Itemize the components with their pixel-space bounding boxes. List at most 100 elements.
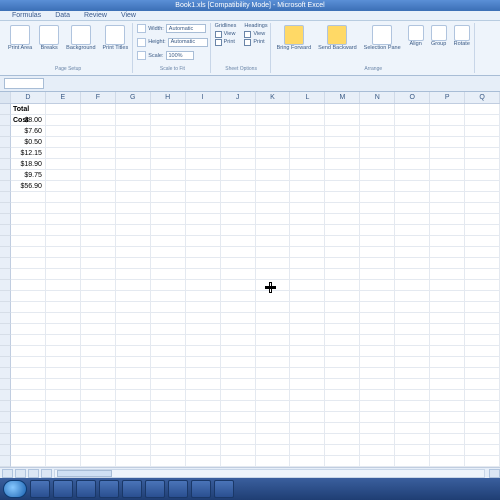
cell[interactable] [46,291,81,302]
cell[interactable] [290,390,325,401]
tab-review[interactable]: Review [84,12,107,19]
cell[interactable] [325,401,360,412]
cell[interactable] [395,159,430,170]
cell[interactable] [46,280,81,291]
cell[interactable] [221,302,256,313]
row-header[interactable] [0,291,11,302]
cell[interactable] [11,346,46,357]
cell[interactable] [395,302,430,313]
cell[interactable] [81,456,116,467]
cell[interactable] [11,401,46,412]
start-button[interactable] [3,480,27,498]
cell[interactable] [325,302,360,313]
cell[interactable] [46,126,81,137]
cell[interactable] [395,434,430,445]
cell[interactable] [465,445,500,456]
cell[interactable] [290,236,325,247]
sheet-nav-prev[interactable] [15,469,26,478]
cell[interactable] [116,258,151,269]
cell[interactable] [430,225,465,236]
row-header[interactable] [0,258,11,269]
cell[interactable] [465,324,500,335]
cell[interactable] [360,335,395,346]
cell[interactable] [81,170,116,181]
cell[interactable] [186,236,221,247]
cell[interactable] [116,214,151,225]
print-titles-button[interactable]: Print Titles [101,24,131,53]
row-header[interactable] [0,214,11,225]
cell[interactable]: $0.50 [11,137,46,148]
cell[interactable] [116,335,151,346]
cell[interactable] [151,159,186,170]
cell[interactable] [256,236,291,247]
selection-pane-button[interactable]: Selection Pane [362,24,403,53]
cell[interactable] [360,247,395,258]
cell[interactable] [116,170,151,181]
cell[interactable] [151,445,186,456]
name-box[interactable] [4,78,44,89]
cell[interactable] [221,401,256,412]
cell[interactable] [256,247,291,258]
cell[interactable] [151,368,186,379]
cell[interactable] [290,302,325,313]
cell[interactable] [290,291,325,302]
cell[interactable] [221,137,256,148]
cell[interactable] [430,236,465,247]
row-header[interactable] [0,412,11,423]
cell[interactable] [430,423,465,434]
cell[interactable] [81,379,116,390]
cell[interactable] [430,181,465,192]
cell[interactable]: $18.90 [11,159,46,170]
cell[interactable] [325,137,360,148]
cell[interactable] [116,368,151,379]
cell[interactable] [430,368,465,379]
cell[interactable] [325,236,360,247]
sheet-nav-next[interactable] [28,469,39,478]
cell[interactable] [186,368,221,379]
cell[interactable] [465,236,500,247]
cell[interactable] [116,225,151,236]
cell[interactable] [116,401,151,412]
cell[interactable] [116,324,151,335]
cell[interactable] [221,203,256,214]
cell[interactable] [395,456,430,467]
cell[interactable] [221,346,256,357]
cell[interactable] [186,104,221,115]
cell[interactable] [325,203,360,214]
taskbar-item[interactable] [214,480,234,498]
cell[interactable] [430,390,465,401]
cell[interactable] [430,445,465,456]
cell[interactable] [290,280,325,291]
cell[interactable] [46,269,81,280]
cell[interactable] [430,456,465,467]
cell[interactable] [81,269,116,280]
cell[interactable] [46,390,81,401]
cell[interactable] [290,346,325,357]
cell[interactable] [186,456,221,467]
row-header[interactable] [0,225,11,236]
cell[interactable] [465,159,500,170]
cell[interactable] [186,192,221,203]
select-all-corner[interactable] [0,92,11,103]
cell[interactable] [46,445,81,456]
cell[interactable] [290,181,325,192]
cell[interactable] [116,181,151,192]
cell[interactable] [221,280,256,291]
cell[interactable] [81,104,116,115]
col-header-P[interactable]: P [430,92,465,103]
cell[interactable] [81,357,116,368]
cell[interactable] [46,368,81,379]
cell[interactable] [256,159,291,170]
cell[interactable] [151,291,186,302]
cell[interactable] [11,423,46,434]
cell[interactable] [430,247,465,258]
cell[interactable] [221,170,256,181]
cell[interactable] [46,434,81,445]
cell[interactable] [465,412,500,423]
cell[interactable] [325,324,360,335]
cell[interactable] [186,247,221,258]
cell[interactable] [465,335,500,346]
cell[interactable] [395,126,430,137]
cell[interactable] [46,258,81,269]
cell[interactable] [256,148,291,159]
